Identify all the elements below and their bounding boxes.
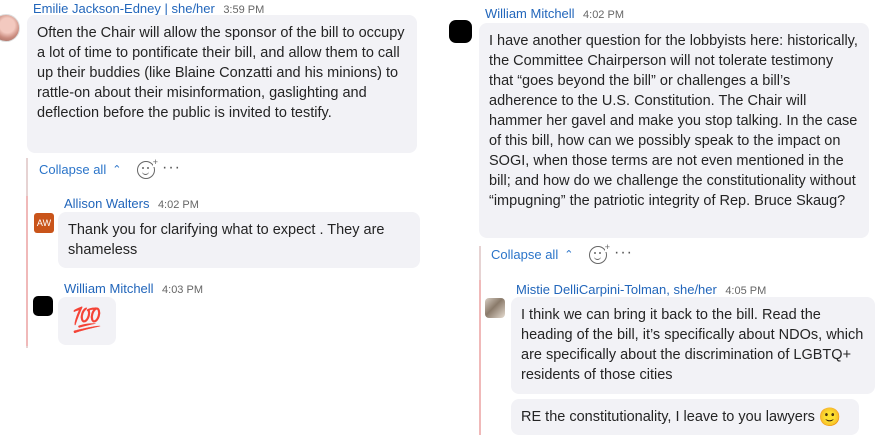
message-bubble[interactable]: I have another question for the lobbyist… xyxy=(479,23,869,238)
reply-header: Allison Walters 4:02 PM xyxy=(64,195,199,213)
hundred-points-emoji: 💯 xyxy=(72,307,102,334)
message-text: Often the Chair will allow the sponsor o… xyxy=(37,25,405,121)
avatar-william[interactable] xyxy=(33,296,53,316)
chevron-up-icon: ⌃ xyxy=(564,249,574,261)
plus-icon: + xyxy=(152,157,158,167)
message-header: William Mitchell 4:02 PM xyxy=(485,5,624,23)
collapse-all-button[interactable]: Collapse all ⌃ xyxy=(491,247,573,262)
author-name[interactable]: Allison Walters xyxy=(64,196,149,211)
chevron-up-icon: ⌃ xyxy=(112,164,122,176)
reply-accent-line xyxy=(26,196,28,346)
author-name[interactable]: Mistie DelliCarpini-Tolman, she/her xyxy=(516,282,717,297)
reply-bubble[interactable]: 💯 xyxy=(58,297,116,345)
plus-icon: + xyxy=(604,242,610,252)
avatar-mistie[interactable] xyxy=(485,298,505,318)
slightly-smiling-emoji: 🙂 xyxy=(818,407,842,427)
smiley-add-icon[interactable]: + xyxy=(137,157,158,179)
message-bubble[interactable]: Often the Chair will allow the sponsor o… xyxy=(27,15,417,153)
avatar-emilie[interactable] xyxy=(0,14,20,42)
reply-bubble[interactable]: I think we can bring it back to the bill… xyxy=(511,297,875,394)
message-text: Thank you for clarifying what to expect … xyxy=(68,222,385,258)
reply-followup-bubble[interactable]: RE the constitutionality, I leave to you… xyxy=(511,399,859,435)
timestamp: 4:02 PM xyxy=(583,9,624,21)
collapse-all-label: Collapse all xyxy=(491,247,559,262)
author-name[interactable]: William Mitchell xyxy=(485,6,575,21)
collapse-all-button[interactable]: Collapse all ⌃ xyxy=(39,162,121,177)
author-name[interactable]: William Mitchell xyxy=(64,281,154,296)
more-options-icon[interactable]: ··· xyxy=(614,244,633,262)
timestamp: 4:02 PM xyxy=(157,199,199,211)
collapse-all-label: Collapse all xyxy=(39,162,107,177)
reply-accent-line xyxy=(479,280,481,435)
more-options-icon[interactable]: ··· xyxy=(162,159,181,177)
author-name[interactable]: Emilie Jackson-Edney | she/her xyxy=(33,1,215,16)
message-text: I think we can bring it back to the bill… xyxy=(521,307,864,383)
reply-bubble[interactable]: Thank you for clarifying what to expect … xyxy=(58,212,420,268)
avatar-allison[interactable]: AW xyxy=(34,213,54,233)
message-text: I have another question for the lobbyist… xyxy=(489,33,858,209)
reply-header: William Mitchell 4:03 PM xyxy=(64,280,203,298)
smiley-add-icon[interactable]: + xyxy=(589,242,610,264)
message-text: RE the constitutionality, I leave to you… xyxy=(521,409,815,425)
avatar-william[interactable] xyxy=(449,20,472,43)
timestamp: 4:05 PM xyxy=(725,285,767,297)
timestamp: 4:03 PM xyxy=(162,284,203,296)
avatar-initials: AW xyxy=(36,218,52,228)
